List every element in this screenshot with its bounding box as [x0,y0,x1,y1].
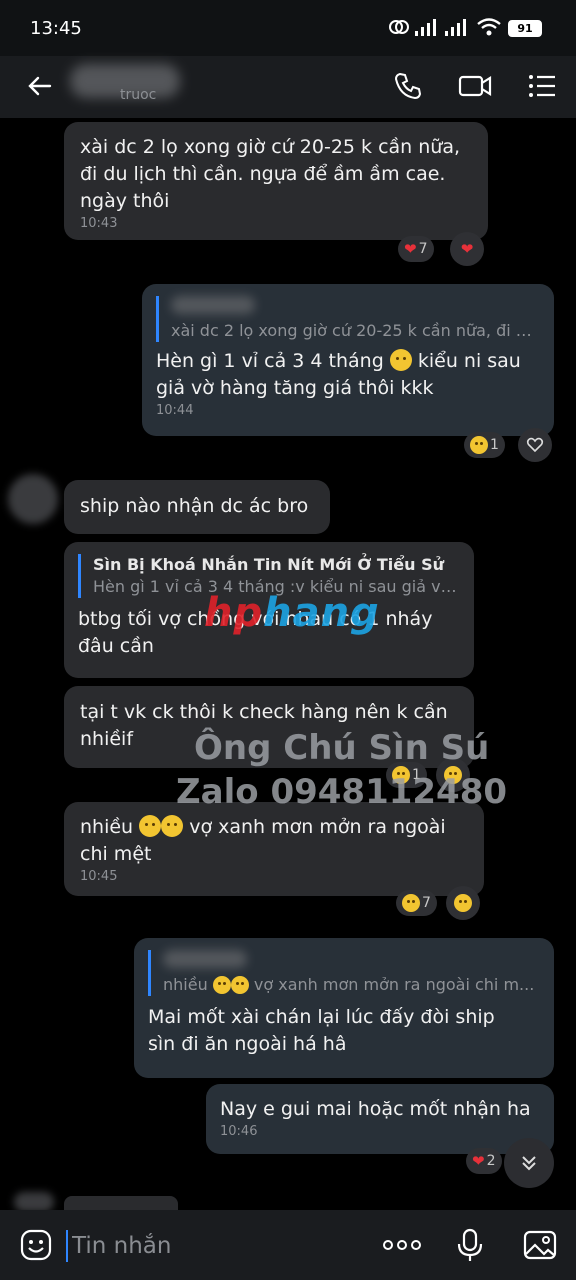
battery-icon: 91 [508,20,542,37]
quote-text: xài dc 2 lọ xong giờ cứ 20-25 k cần nữa,… [171,321,540,340]
more-dots-icon[interactable] [382,1227,422,1263]
message-outgoing[interactable]: xài dc 2 lọ xong giờ cứ 20-25 k cần nữa,… [142,284,554,436]
reaction-summary[interactable]: 1 [464,432,505,458]
quote-text-part: nhiều [163,975,208,994]
message-text: xài dc 2 lọ xong giờ cứ 20-25 k cần nữa,… [80,136,461,212]
react-button[interactable] [446,886,480,920]
emoji-icon[interactable] [18,1227,54,1263]
watermark-phone: Zalo 0948112480 [176,772,508,812]
laughing-emoji-icon [470,436,488,454]
quote-text-part: vợ xanh mơn mởn ra ngoài chi m... [253,975,535,994]
message-time: 10:43 [80,216,118,231]
message-input-bar [0,1210,576,1280]
heart-icon: ❤ [472,1151,485,1170]
react-button[interactable]: ❤ [450,232,484,266]
sender-avatar[interactable] [8,474,58,524]
microphone-icon[interactable] [452,1227,488,1263]
image-icon[interactable] [522,1227,558,1263]
heart-icon: ❤ [460,239,474,258]
message-input[interactable] [66,1230,356,1262]
surprised-emoji-icon [454,894,472,912]
chevron-down-double-icon [522,1156,536,1171]
message-text-part: nhiều [80,816,134,838]
reaction-summary[interactable]: 7 [396,890,437,916]
message-text: chi mệt [80,843,152,865]
message-text: nhiều vợ xanh mơn mởn ra ngoài [80,814,468,841]
contact-status: truoc [120,87,157,103]
video-camera-icon[interactable] [457,68,493,104]
message-text: giả vờ hàng tăng giá thôi kkk [156,377,434,399]
message-time: 10:45 [80,869,118,884]
quote-author: Sìn Bị Khoá Nhắn Tin Nít Mới Ở Tiểu Sử [93,555,444,574]
watermark-logo: hphang [204,590,380,636]
reaction-summary[interactable]: ❤ 7 [398,236,434,262]
watermark-logo-part: hp [204,590,264,636]
arrow-left-icon[interactable] [22,68,58,104]
chat-header: truoc [0,56,576,118]
rofl-emoji-icon [161,815,184,837]
heart-outline-icon [526,437,544,453]
scroll-to-bottom-button[interactable] [504,1138,554,1188]
reply-quote[interactable]: xài dc 2 lọ xong giờ cứ 20-25 k cần nữa,… [156,296,540,342]
signal-icon [415,19,436,36]
rofl-emoji-icon [212,976,231,994]
list-menu-icon[interactable] [524,68,560,104]
reply-quote[interactable]: nhiều vợ xanh mơn mởn ra ngoài chi m... [148,950,540,996]
quote-author-blurred [163,950,247,968]
quote-author-blurred [171,296,255,314]
message-text: Nay e gui mai hoặc mốt nhận ha [220,1098,531,1120]
message-incoming[interactable]: ship nào nhận dc ác bro [64,480,330,534]
message-time: 10:44 [156,403,194,418]
watermark-logo-part: hang [263,590,380,636]
reaction-count: 7 [422,895,431,911]
reaction-count: 2 [486,1153,496,1169]
message-incoming-partial[interactable] [64,1196,178,1210]
message-text-part: Hèn gì 1 vỉ cả 3 4 tháng [156,350,384,372]
message-time: 10:46 [220,1124,258,1139]
message-incoming[interactable]: nhiều vợ xanh mơn mởn ra ngoài chi mệt 1… [64,802,484,896]
phone-icon[interactable] [390,68,426,104]
message-outgoing[interactable]: Nay e gui mai hoặc mốt nhận ha 10:46 [206,1084,554,1154]
quote-text: nhiều vợ xanh mơn mởn ra ngoài chi m... [163,974,540,996]
status-time: 13:45 [30,18,82,39]
message-text: Hèn gì 1 vỉ cả 3 4 tháng kiểu ni sau [156,348,540,375]
surprised-emoji-icon [402,894,420,912]
message-text-part: kiểu ni sau [417,350,521,372]
reaction-count: 7 [418,241,428,257]
message-text: ship nào nhận dc ác bro [80,495,309,517]
status-bar: 13:45 91 [0,0,576,56]
reaction-summary[interactable]: ❤ 2 [466,1148,502,1174]
message-outgoing[interactable]: nhiều vợ xanh mơn mởn ra ngoài chi m... … [134,938,554,1078]
reaction-count: 1 [490,437,499,453]
rofl-emoji-icon [139,815,162,837]
rofl-emoji-icon [230,976,249,994]
message-text: Mai mốt xài chán lại lúc đấy đòi ship sì… [148,1006,495,1055]
sender-avatar[interactable] [14,1192,54,1212]
heart-icon: ❤ [404,239,417,258]
message-text-part: vợ xanh mơn mởn ra ngoài [189,816,446,838]
message-list[interactable]: xài dc 2 lọ xong giờ cứ 20-25 k cần nữa,… [0,118,576,1212]
signal-icon-2 [445,19,466,36]
wink-emoji-icon [389,349,412,371]
message-incoming[interactable]: xài dc 2 lọ xong giờ cứ 20-25 k cần nữa,… [64,122,488,240]
wifi-icon [477,18,501,36]
react-button[interactable] [518,428,552,462]
link-icon [389,20,409,34]
watermark-name: Ông Chú Sìn Sú [194,728,490,768]
